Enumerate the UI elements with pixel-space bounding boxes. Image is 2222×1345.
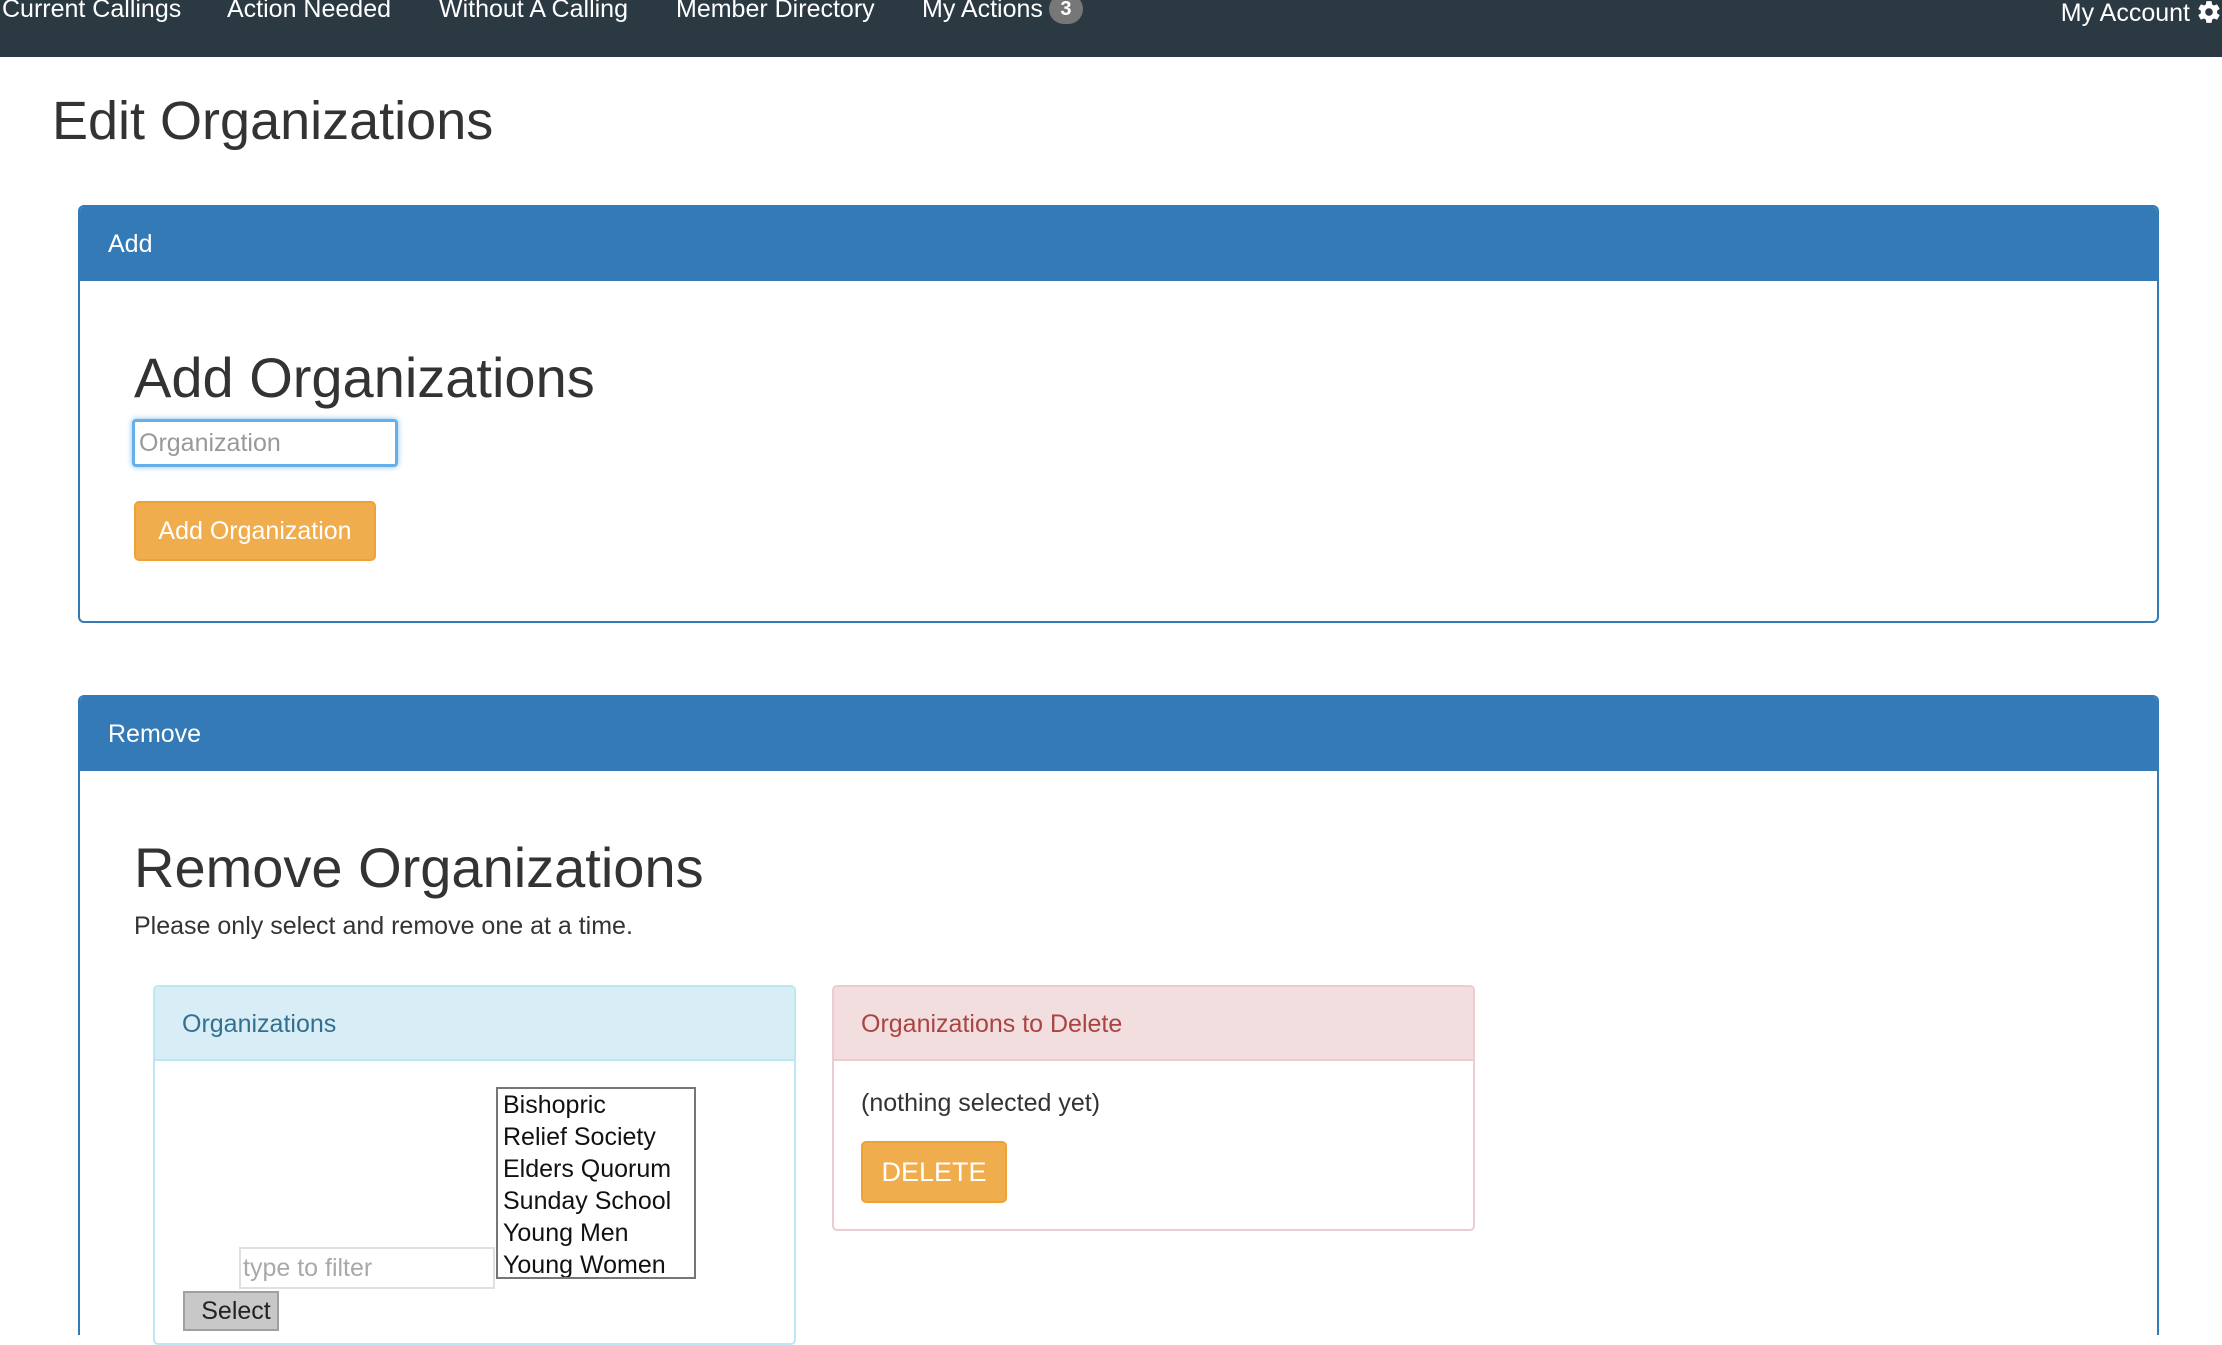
nav-current-callings[interactable]: Current Callings [2, 0, 181, 24]
organizations-to-delete-heading: Organizations to Delete [834, 987, 1473, 1061]
nav-my-actions[interactable]: My Actions 3 [922, 0, 1083, 24]
remove-organizations-title: Remove Organizations [134, 836, 704, 899]
list-option[interactable]: Young Women [498, 1249, 694, 1277]
nav-my-actions-label: My Actions [922, 0, 1043, 23]
remove-panel-heading: Remove [80, 697, 2157, 771]
organizations-heading: Organizations [155, 987, 794, 1061]
nothing-selected-text: (nothing selected yet) [861, 1089, 1101, 1117]
list-option[interactable]: Young Men [498, 1217, 694, 1249]
select-button[interactable]: Select [183, 1291, 279, 1331]
add-organization-button[interactable]: Add Organization [134, 501, 376, 561]
delete-button[interactable]: DELETE [861, 1141, 1007, 1203]
list-option[interactable]: Relief Society [498, 1121, 694, 1153]
my-account-label: My Account [2060, 0, 2190, 27]
add-panel: Add Add Organizations Add Organization [78, 205, 2159, 623]
organizations-to-delete-subpanel: Organizations to Delete (nothing selecte… [832, 985, 1475, 1231]
organizations-listbox[interactable]: Bishopric Relief Society Elders Quorum S… [496, 1087, 696, 1279]
nav-without-a-calling[interactable]: Without A Calling [439, 0, 628, 24]
list-option[interactable]: Bishopric [498, 1089, 694, 1121]
organizations-subpanel: Organizations Bishopric Relief Society E… [153, 985, 796, 1345]
list-option[interactable]: Sunday School [498, 1185, 694, 1217]
my-account-menu[interactable]: My Account [2061, 0, 2222, 28]
nav-member-directory[interactable]: Member Directory [676, 0, 875, 24]
nav-action-needed[interactable]: Action Needed [227, 0, 391, 24]
top-navbar: Current Callings Action Needed Without A… [0, 0, 2222, 57]
remove-panel: Remove Remove Organizations Please only … [78, 695, 2159, 1345]
gear-icon [2196, 0, 2222, 32]
organization-input[interactable] [132, 419, 398, 467]
add-organizations-title: Add Organizations [134, 346, 595, 409]
page-title: Edit Organizations [52, 91, 494, 151]
add-panel-heading: Add [80, 207, 2157, 281]
remove-help-text: Please only select and remove one at a t… [134, 912, 633, 940]
filter-input[interactable] [239, 1247, 495, 1289]
my-actions-count-badge: 3 [1048, 0, 1083, 24]
list-option[interactable]: Elders Quorum [498, 1153, 694, 1185]
